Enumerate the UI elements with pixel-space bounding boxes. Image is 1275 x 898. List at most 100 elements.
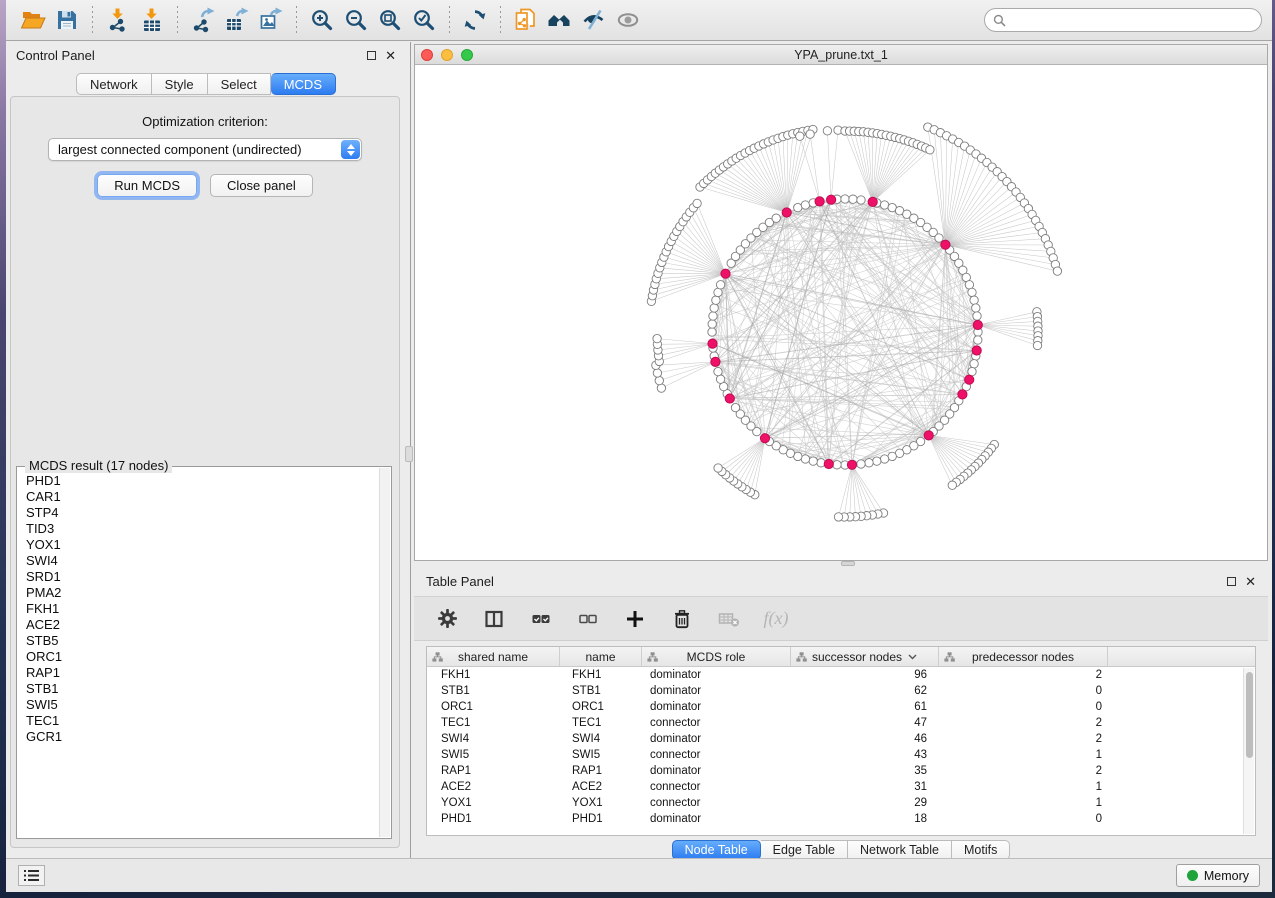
cell-successor-nodes[interactable]: 61 (791, 699, 939, 715)
graph-node[interactable] (801, 455, 809, 463)
cell-shared-name[interactable]: ORC1 (427, 699, 560, 715)
graph-leaf-node[interactable] (653, 369, 661, 377)
graph-leaf-node[interactable] (796, 132, 804, 140)
delete-table-button[interactable] (716, 606, 742, 632)
graph-node[interactable] (935, 234, 943, 242)
table-row[interactable]: YOX1YOX1connector291 (427, 795, 1255, 811)
mcds-result-scrollbar[interactable] (379, 468, 390, 837)
cell-name[interactable]: ACE2 (560, 779, 642, 795)
graph-mcds-hub-node[interactable] (924, 431, 933, 440)
graph-node[interactable] (716, 281, 724, 289)
select-all-button[interactable] (528, 606, 554, 632)
cell-predecessor-nodes[interactable]: 0 (939, 699, 1108, 715)
function-builder-button[interactable]: f(x) (763, 606, 789, 632)
graph-node[interactable] (972, 304, 980, 312)
float-table-panel-icon[interactable] (1227, 577, 1236, 586)
graph-leaf-node[interactable] (834, 513, 842, 521)
graph-node[interactable] (712, 296, 720, 304)
mcds-result-item[interactable]: STB5 (26, 633, 379, 649)
cell-successor-nodes[interactable]: 62 (791, 683, 939, 699)
graph-node[interactable] (708, 320, 716, 328)
tab-select[interactable]: Select (208, 73, 271, 95)
cell-MCDS-role[interactable]: connector (642, 747, 791, 763)
graph-mcds-hub-node[interactable] (725, 394, 734, 403)
cell-MCDS-role[interactable]: connector (642, 779, 791, 795)
graph-leaf-node[interactable] (653, 334, 661, 342)
graph-leaf-node[interactable] (693, 199, 701, 207)
table-scrollbar-thumb[interactable] (1246, 672, 1253, 758)
cell-name[interactable]: SWI5 (560, 747, 642, 763)
table-row[interactable]: SWI5SWI5connector431 (427, 747, 1255, 763)
mcds-result-item[interactable]: PHD1 (26, 473, 379, 489)
mcds-result-item[interactable]: SWI5 (26, 697, 379, 713)
graph-node[interactable] (880, 201, 888, 209)
cell-successor-nodes[interactable]: 46 (791, 731, 939, 747)
zoom-out-button[interactable] (339, 4, 373, 36)
mcds-result-item[interactable]: STP4 (26, 505, 379, 521)
cell-shared-name[interactable]: YOX1 (427, 795, 560, 811)
graph-node[interactable] (970, 360, 978, 368)
graph-leaf-node[interactable] (714, 464, 722, 472)
tab-node-table[interactable]: Node Table (672, 840, 761, 860)
task-history-button[interactable] (18, 865, 45, 886)
search-input[interactable] (1006, 13, 1253, 27)
mcds-result-item[interactable]: TEC1 (26, 713, 379, 729)
cell-shared-name[interactable]: FKH1 (427, 667, 560, 683)
open-file-button[interactable] (16, 4, 50, 36)
graph-mcds-hub-node[interactable] (815, 197, 824, 206)
graph-leaf-node[interactable] (926, 146, 934, 154)
apply-layout-button[interactable] (458, 4, 492, 36)
graph-mcds-hub-node[interactable] (824, 459, 833, 468)
network-window-titlebar[interactable]: YPA_prune.txt_1 (415, 45, 1267, 65)
mcds-result-item[interactable]: YOX1 (26, 537, 379, 553)
graph-node[interactable] (731, 403, 739, 411)
optimization-criterion-dropdown[interactable]: largest connected component (undirected) (48, 138, 362, 161)
graph-node[interactable] (857, 460, 865, 468)
cell-successor-nodes[interactable]: 47 (791, 715, 939, 731)
cell-MCDS-role[interactable]: dominator (642, 683, 791, 699)
export-image-button[interactable] (254, 4, 288, 36)
table-row[interactable]: RAP1RAP1dominator352 (427, 763, 1255, 779)
cell-shared-name[interactable]: TEC1 (427, 715, 560, 731)
cell-predecessor-nodes[interactable]: 1 (939, 795, 1108, 811)
cell-predecessor-nodes[interactable]: 1 (939, 779, 1108, 795)
share-document-button[interactable] (509, 4, 543, 36)
hidden-eye-button[interactable] (577, 4, 611, 36)
run-mcds-button[interactable]: Run MCDS (97, 174, 197, 197)
cell-predecessor-nodes[interactable]: 1 (939, 747, 1108, 763)
binoculars-button[interactable] (543, 4, 577, 36)
graph-node[interactable] (809, 457, 817, 465)
tab-network[interactable]: Network (76, 73, 152, 95)
mcds-result-item[interactable]: SRD1 (26, 569, 379, 585)
tab-motifs[interactable]: Motifs (952, 840, 1010, 860)
mcds-result-item[interactable]: STB1 (26, 681, 379, 697)
mcds-result-item[interactable]: PMA2 (26, 585, 379, 601)
save-session-button[interactable] (50, 4, 84, 36)
mcds-result-item[interactable]: FKH1 (26, 601, 379, 617)
float-panel-icon[interactable] (367, 51, 376, 60)
table-row[interactable]: STB1STB1dominator620 (427, 683, 1255, 699)
export-network-button[interactable] (186, 4, 220, 36)
graph-mcds-hub-node[interactable] (868, 197, 877, 206)
zoom-in-button[interactable] (305, 4, 339, 36)
cell-shared-name[interactable]: RAP1 (427, 763, 560, 779)
tab-mcds[interactable]: MCDS (271, 73, 336, 95)
cell-MCDS-role[interactable]: dominator (642, 667, 791, 683)
graph-node[interactable] (801, 201, 809, 209)
cell-shared-name[interactable]: ACE2 (427, 779, 560, 795)
tab-edge-table[interactable]: Edge Table (761, 840, 848, 860)
horizontal-splitter-grip[interactable] (841, 561, 855, 566)
network-graph[interactable] (415, 66, 1267, 560)
graph-node[interactable] (888, 452, 896, 460)
graph-leaf-node[interactable] (948, 481, 956, 489)
cell-shared-name[interactable]: SWI4 (427, 731, 560, 747)
graph-node[interactable] (968, 288, 976, 296)
mcds-result-item[interactable]: ORC1 (26, 649, 379, 665)
close-panel-button[interactable]: Close panel (210, 174, 313, 197)
splitter-grip[interactable] (405, 446, 413, 462)
cell-predecessor-nodes[interactable]: 2 (939, 667, 1108, 683)
graph-mcds-hub-node[interactable] (721, 269, 730, 278)
graph-mcds-hub-node[interactable] (958, 390, 967, 399)
table-row[interactable]: FKH1FKH1dominator962 (427, 667, 1255, 683)
vertical-splitter[interactable] (405, 42, 414, 858)
